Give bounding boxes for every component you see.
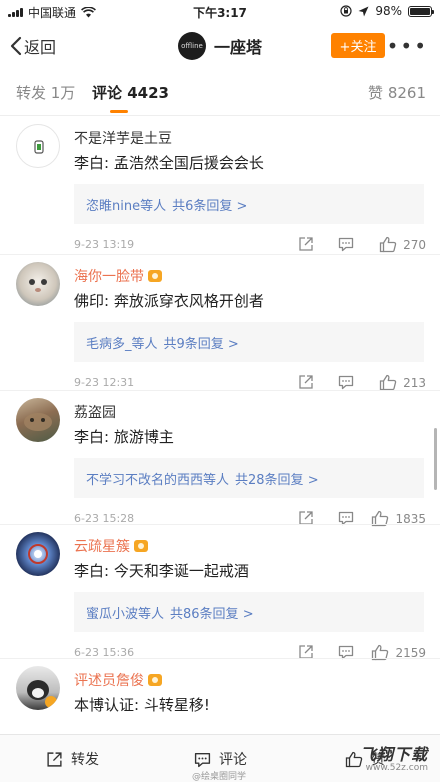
watermark-text: @绘桌圈同学	[192, 772, 247, 782]
tab-comment[interactable]: 评论 4423	[92, 82, 169, 103]
status-right: 98%	[340, 4, 434, 18]
like-button[interactable]: 270	[379, 236, 426, 253]
avatar[interactable]	[16, 532, 60, 576]
vip-badge-icon	[134, 540, 148, 552]
avatar[interactable]	[16, 262, 60, 306]
comment-text: 李白: 旅游博主	[74, 428, 174, 446]
chevron-left-icon	[10, 36, 22, 56]
follow-button[interactable]: +关注	[331, 33, 385, 58]
replies-users: 恣睢nine等人	[86, 199, 167, 214]
bottom-action-bar: 转发 评论 赞 @绘桌圈同学 飞翔下载 www.52z.com	[0, 734, 440, 782]
divider	[0, 524, 440, 525]
site-logo: 飞翔下载	[359, 745, 428, 764]
replies-preview[interactable]: 不学习不改名的西西等人 共28条回复 >	[74, 458, 424, 498]
more-button[interactable]: •••	[387, 36, 428, 56]
active-tab-indicator	[110, 110, 128, 113]
avatar[interactable]	[16, 666, 60, 710]
replies-count: 共28条回复 >	[235, 473, 319, 488]
repost-label: 转发	[71, 752, 99, 768]
avatar[interactable]	[16, 398, 60, 442]
tab-like[interactable]: 赞 8261	[368, 82, 426, 103]
orientation-lock-icon	[340, 5, 352, 17]
replies-count: 共86条回复 >	[170, 607, 254, 622]
replies-users: 毛病多_等人	[86, 337, 158, 352]
avatar-image	[29, 279, 47, 292]
status-bar: 中国联通 下午3:17 98%	[0, 0, 440, 22]
site-logo-url: www.52z.com	[365, 763, 428, 773]
avatar-image	[24, 413, 52, 431]
timestamp: 9-23 13:19	[74, 238, 135, 251]
comment-meta: 6-23 15:36 2159	[74, 644, 428, 664]
comment-button[interactable]: 评论	[194, 749, 247, 769]
username[interactable]: 荔盗园	[74, 402, 116, 422]
username[interactable]: 海你一脸带	[74, 266, 162, 286]
comment-meta: 9-23 12:31 213	[74, 374, 428, 394]
thumbs-up-icon	[379, 236, 397, 253]
repost-icon	[47, 751, 62, 767]
vip-badge-icon	[148, 270, 162, 282]
replies-users: 不学习不改名的西西等人	[86, 473, 230, 488]
share-icon[interactable]	[298, 374, 314, 390]
username[interactable]: 评述员詹俊	[74, 670, 162, 690]
repost-button[interactable]: 转发	[46, 749, 99, 769]
tab-bar: 转发 1万 评论 4423 赞 8261	[0, 72, 440, 116]
back-button[interactable]: 返回	[10, 34, 56, 58]
timestamp: 9-23 12:31	[74, 376, 135, 389]
reply-icon[interactable]	[338, 374, 354, 390]
replies-count: 共6条回复 >	[172, 199, 248, 214]
avatar[interactable]	[16, 124, 60, 168]
page-title[interactable]: 一座塔	[214, 34, 262, 58]
divider	[0, 390, 440, 391]
comment-meta: 6-23 15:28 1835	[74, 510, 428, 530]
replies-preview[interactable]: 恣睢nine等人 共6条回复 >	[74, 184, 424, 224]
divider	[0, 658, 440, 659]
vip-badge-icon	[148, 674, 162, 686]
battery-icon	[408, 5, 434, 17]
replies-count: 共9条回复 >	[163, 337, 239, 352]
username-text: 海你一脸带	[74, 269, 144, 285]
reply-icon[interactable]	[338, 236, 354, 252]
back-label: 返回	[24, 38, 57, 57]
profile-avatar[interactable]: offline	[177, 32, 206, 60]
tab-repost[interactable]: 转发 1万	[16, 82, 75, 103]
thumbs-up-icon	[379, 374, 397, 391]
avatar-image	[28, 544, 48, 564]
battery-percent: 98%	[375, 4, 402, 18]
comment-text: 李白: 今天和李诞一起戒酒	[74, 562, 249, 580]
replies-preview[interactable]: 毛病多_等人 共9条回复 >	[74, 322, 424, 362]
username[interactable]: 不是洋芋是土豆	[74, 128, 172, 148]
avatar-image	[34, 140, 44, 154]
username-text: 荔盗园	[74, 405, 116, 421]
comment-icon	[194, 752, 211, 767]
comment-text: 本博认证: 斗转星移!	[74, 696, 210, 714]
replies-users: 蜜瓜小波等人	[86, 607, 165, 622]
share-icon[interactable]	[298, 236, 314, 252]
replies-preview[interactable]: 蜜瓜小波等人 共86条回复 >	[74, 592, 424, 632]
avatar-image	[27, 680, 57, 708]
divider	[0, 254, 440, 255]
username[interactable]: 云疏星簇	[74, 536, 148, 556]
username-text: 评述员詹俊	[74, 673, 144, 689]
location-icon	[358, 6, 369, 16]
like-count: 270	[403, 237, 426, 252]
username-text: 云疏星簇	[74, 539, 130, 555]
like-button[interactable]: 213	[379, 374, 426, 391]
nav-bar: 返回 offline 一座塔 +关注 •••	[0, 22, 440, 70]
scrollbar[interactable]	[434, 428, 437, 490]
comment-text: 李白: 孟浩然全国后援会会长	[74, 154, 264, 172]
comment-text: 佛印: 奔放派穿衣风格开创者	[74, 292, 264, 310]
like-count: 213	[403, 375, 426, 390]
username-text: 不是洋芋是土豆	[74, 131, 172, 147]
comment-label: 评论	[219, 752, 247, 768]
comment-meta: 9-23 13:19 270	[74, 236, 428, 256]
